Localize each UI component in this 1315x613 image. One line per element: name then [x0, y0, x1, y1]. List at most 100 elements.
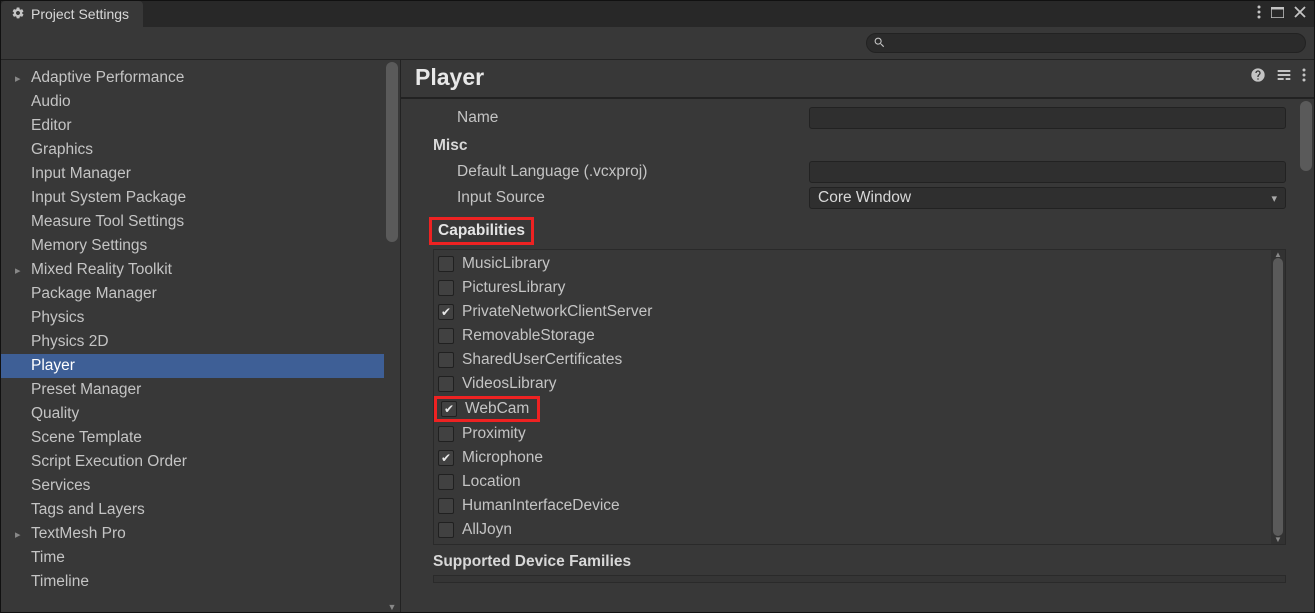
checkbox[interactable] — [441, 401, 457, 417]
settings-sidebar: Adaptive Performance Audio Editor Graphics I… — [1, 60, 401, 612]
content-scrollbar[interactable] — [1298, 99, 1314, 612]
search-field[interactable] — [866, 33, 1306, 53]
capability-videoslibrary[interactable]: VideosLibrary — [434, 372, 1271, 396]
checkbox[interactable] — [438, 352, 454, 368]
capability-location[interactable]: Location — [434, 470, 1271, 494]
capability-removablestorage[interactable]: RemovableStorage — [434, 324, 1271, 348]
sidebar-scrollbar[interactable]: ▲ ▼ — [384, 60, 400, 612]
sidebar-item-input-manager[interactable]: Input Manager — [1, 162, 384, 186]
checkbox[interactable] — [438, 328, 454, 344]
name-label: Name — [409, 109, 809, 127]
sidebar-item-graphics[interactable]: Graphics — [1, 138, 384, 162]
capability-label: PrivateNetworkClientServer — [462, 303, 652, 321]
checkbox[interactable] — [438, 450, 454, 466]
sidebar-item-label: Tags and Layers — [31, 501, 145, 519]
checkbox[interactable] — [438, 280, 454, 296]
sidebar-item-quality[interactable]: Quality — [1, 402, 384, 426]
scrollbar-thumb[interactable] — [386, 62, 398, 242]
capability-label: Location — [462, 473, 521, 491]
capability-webcam[interactable]: WebCam — [434, 396, 540, 422]
capability-pictureslibrary[interactable]: PicturesLibrary — [434, 276, 1271, 300]
more-vert-icon[interactable] — [1257, 5, 1261, 24]
capabilities-list: MusicLibrary PicturesLibrary PrivateNetwor… — [433, 249, 1286, 545]
scrollbar-thumb[interactable] — [1273, 258, 1283, 536]
sidebar-item-editor[interactable]: Editor — [1, 114, 384, 138]
sidebar-item-physics-2d[interactable]: Physics 2D — [1, 330, 384, 354]
capability-label: PicturesLibrary — [462, 279, 565, 297]
sidebar-item-player[interactable]: Player — [1, 354, 384, 378]
gear-icon — [11, 6, 25, 23]
sidebar-item-label: Physics — [31, 309, 84, 327]
checkbox[interactable] — [438, 256, 454, 272]
sidebar-item-memory-settings[interactable]: Memory Settings — [1, 234, 384, 258]
checkbox[interactable] — [438, 304, 454, 320]
scrollbar-thumb[interactable] — [1300, 101, 1312, 171]
sidebar-item-input-system-package[interactable]: Input System Package — [1, 186, 384, 210]
search-input[interactable] — [866, 33, 1306, 53]
capability-humaninterfacedevice[interactable]: HumanInterfaceDevice — [434, 494, 1271, 518]
scroll-down-icon[interactable]: ▼ — [387, 602, 397, 612]
window-tab[interactable]: Project Settings — [1, 1, 143, 27]
capability-sharedusercertificates[interactable]: SharedUserCertificates — [434, 348, 1271, 372]
name-input[interactable] — [809, 107, 1286, 129]
sidebar-item-adaptive-performance[interactable]: Adaptive Performance — [1, 66, 384, 90]
sidebar-item-timeline[interactable]: Timeline — [1, 570, 384, 594]
checkbox[interactable] — [438, 474, 454, 490]
sidebar-item-label: Time — [31, 549, 65, 567]
capability-label: RemovableStorage — [462, 327, 595, 345]
checkbox[interactable] — [438, 498, 454, 514]
maximize-icon[interactable] — [1271, 5, 1284, 23]
capability-privatenetworkclientserver[interactable]: PrivateNetworkClientServer — [434, 300, 1271, 324]
close-icon[interactable] — [1294, 5, 1306, 23]
sidebar-item-textmesh-pro[interactable]: TextMesh Pro — [1, 522, 384, 546]
capability-label: MusicLibrary — [462, 255, 550, 273]
sidebar-item-label: Services — [31, 477, 90, 495]
capability-microphone[interactable]: Microphone — [434, 446, 1271, 470]
sidebar-item-time[interactable]: Time — [1, 546, 384, 570]
scroll-down-icon[interactable]: ▼ — [1273, 535, 1283, 544]
titlebar-controls — [1257, 1, 1314, 27]
sidebar-item-audio[interactable]: Audio — [1, 90, 384, 114]
settings-main: Player Name Misc Default Language (.vcxp… — [401, 60, 1314, 612]
sidebar-item-scene-template[interactable]: Scene Template — [1, 426, 384, 450]
input-source-dropdown[interactable]: Core Window — [809, 187, 1286, 209]
sidebar-item-label: Mixed Reality Toolkit — [31, 261, 172, 279]
default-language-input[interactable] — [809, 161, 1286, 183]
sidebar-item-measure-tool-settings[interactable]: Measure Tool Settings — [1, 210, 384, 234]
capability-alljoyn[interactable]: AllJoyn — [434, 518, 1271, 542]
project-settings-window: Project Settings Adaptive Performance Aud… — [0, 0, 1315, 613]
titlebar: Project Settings — [1, 1, 1314, 27]
input-source-label: Input Source — [409, 189, 809, 207]
supported-device-families-list[interactable] — [433, 575, 1286, 583]
sidebar-item-physics[interactable]: Physics — [1, 306, 384, 330]
capability-musiclibrary[interactable]: MusicLibrary — [434, 252, 1271, 276]
sidebar-item-services[interactable]: Services — [1, 474, 384, 498]
sidebar-item-label: Input System Package — [31, 189, 186, 207]
default-language-label: Default Language (.vcxproj) — [409, 163, 809, 181]
help-icon[interactable] — [1250, 67, 1266, 88]
sidebar-item-script-execution-order[interactable]: Script Execution Order — [1, 450, 384, 474]
sidebar-item-label: Graphics — [31, 141, 93, 159]
sidebar-item-label: Memory Settings — [31, 237, 147, 255]
panel-header: Player — [401, 60, 1314, 98]
checkbox[interactable] — [438, 426, 454, 442]
sidebar-item-tags-and-layers[interactable]: Tags and Layers — [1, 498, 384, 522]
panel-content: Name Misc Default Language (.vcxproj) In… — [401, 99, 1298, 612]
misc-section: Misc — [409, 131, 1290, 159]
capabilities-scrollbar[interactable]: ▲ ▼ — [1271, 250, 1285, 544]
sidebar-item-label: Timeline — [31, 573, 89, 591]
sidebar-item-label: Package Manager — [31, 285, 157, 303]
sidebar-item-mixed-reality-toolkit[interactable]: Mixed Reality Toolkit — [1, 258, 384, 282]
presets-icon[interactable] — [1276, 67, 1292, 88]
sidebar-item-label: Audio — [31, 93, 71, 111]
sidebar-item-preset-manager[interactable]: Preset Manager — [1, 378, 384, 402]
sidebar-item-label: Quality — [31, 405, 79, 423]
checkbox[interactable] — [438, 522, 454, 538]
sidebar-item-label: Editor — [31, 117, 72, 135]
checkbox[interactable] — [438, 376, 454, 392]
more-vert-icon[interactable] — [1302, 68, 1306, 87]
sidebar-item-label: Physics 2D — [31, 333, 109, 351]
sidebar-item-package-manager[interactable]: Package Manager — [1, 282, 384, 306]
capability-proximity[interactable]: Proximity — [434, 422, 1271, 446]
sidebar-item-label: Script Execution Order — [31, 453, 187, 471]
